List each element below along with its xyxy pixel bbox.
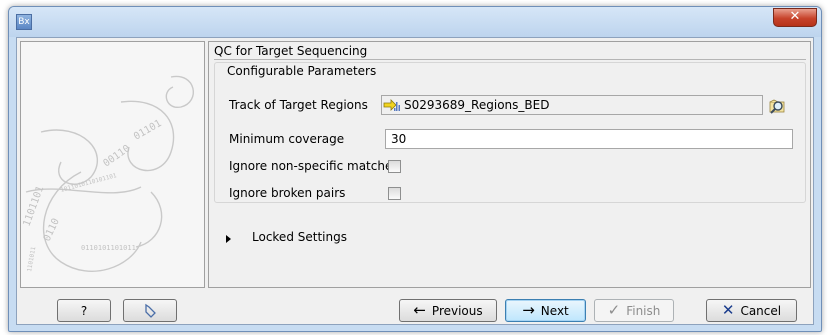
- next-label: Next: [540, 303, 569, 318]
- reset-button[interactable]: [123, 299, 177, 322]
- dialog-body: 01101 00110 1101101 0110 0110101101011 1…: [16, 37, 814, 325]
- cancel-label: Cancel: [740, 303, 782, 318]
- min-coverage-label: Minimum coverage: [229, 132, 345, 146]
- reset-icon: [145, 303, 156, 318]
- binary-swirl-graphic: 01101 00110 1101101 0110 0110101101011 1…: [21, 75, 194, 272]
- svg-text:1101011: 1101011: [26, 246, 37, 272]
- ignore-broken-checkbox[interactable]: [388, 187, 401, 200]
- panel-title: QC for Target Sequencing: [214, 44, 368, 58]
- x-icon: ✕: [721, 301, 735, 319]
- ignore-nonspecific-label: Ignore non-specific matches: [229, 159, 399, 173]
- min-coverage-input[interactable]: [385, 129, 793, 149]
- track-value: S0293689_Regions_BED: [404, 98, 550, 112]
- finish-label: Finish: [626, 303, 661, 318]
- expand-arrow-icon[interactable]: [226, 235, 231, 243]
- wizard-content-panel: QC for Target Sequencing Configurable Pa…: [208, 41, 811, 288]
- decorative-side-panel: 01101 00110 1101101 0110 0110101101011 1…: [20, 41, 205, 288]
- checkmark-icon: ✓: [607, 301, 621, 319]
- next-button[interactable]: → Next: [505, 299, 586, 322]
- svg-text:0110101101011: 0110101101011: [81, 244, 136, 252]
- help-label: ?: [80, 303, 88, 318]
- configurable-parameters-group: Configurable Parameters Track of Target …: [214, 62, 806, 203]
- track-selector-field[interactable]: S0293689_Regions_BED: [381, 95, 763, 115]
- ignore-nonspecific-checkbox[interactable]: [388, 160, 401, 173]
- track-arrow-icon: [383, 99, 400, 111]
- dialog-window: Bx ✕ 01101 00110 1101101 0110 0110101101…: [8, 6, 822, 332]
- svg-text:1101101: 1101101: [21, 185, 46, 228]
- locked-settings-toggle[interactable]: Locked Settings: [252, 230, 347, 244]
- svg-text:01101: 01101: [132, 118, 164, 143]
- arrow-right-icon: →: [522, 301, 535, 319]
- finish-button[interactable]: ✓ Finish: [594, 299, 674, 322]
- previous-label: Previous: [431, 303, 483, 318]
- ignore-broken-label: Ignore broken pairs: [229, 186, 346, 200]
- close-button[interactable]: ✕: [773, 8, 817, 27]
- title-bar: Bx ✕: [9, 7, 821, 37]
- title-divider: [214, 59, 806, 60]
- track-label: Track of Target Regions: [229, 98, 368, 112]
- app-icon: Bx: [16, 14, 32, 30]
- group-title: Configurable Parameters: [225, 64, 379, 78]
- help-button[interactable]: ?: [57, 299, 111, 322]
- arrow-left-icon: ←: [413, 301, 426, 319]
- cancel-button[interactable]: ✕ Cancel: [706, 299, 797, 322]
- previous-button[interactable]: ← Previous: [399, 299, 497, 322]
- browse-magnifier-icon[interactable]: [768, 97, 786, 115]
